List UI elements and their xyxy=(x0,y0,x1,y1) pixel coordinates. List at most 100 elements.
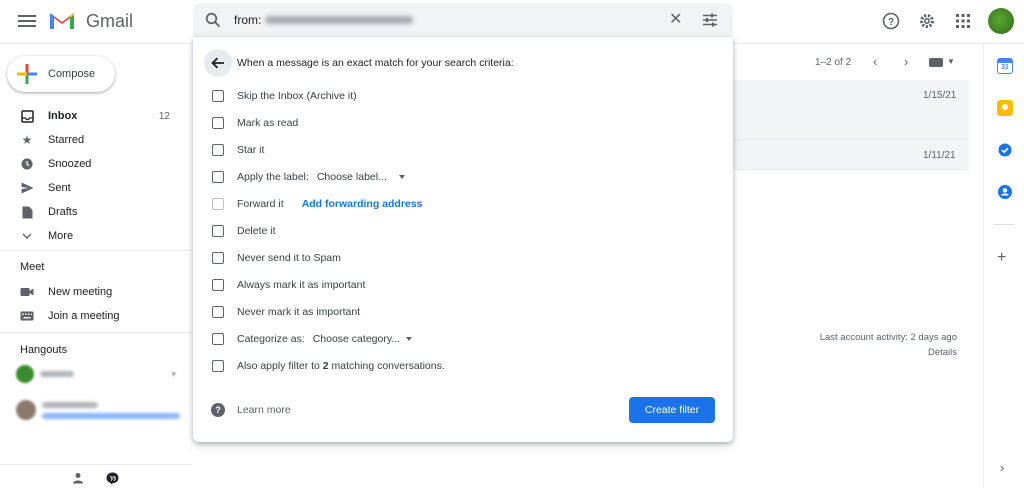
meet-list: New meeting Join a meeting xyxy=(0,280,186,328)
email-row[interactable]: 1/15/21 xyxy=(733,80,969,140)
mark-read-checkbox[interactable] xyxy=(212,117,224,129)
meet-section-title: Meet xyxy=(20,261,45,273)
sidebar-item-more[interactable]: More xyxy=(0,224,186,248)
chat-bubble-icon[interactable] xyxy=(104,470,120,486)
star-icon: ★ xyxy=(21,133,33,147)
sidebar-item-label: Inbox xyxy=(48,110,78,122)
caret-down-icon xyxy=(406,337,413,341)
addon-rail: 31 + › xyxy=(983,44,1024,488)
divider xyxy=(0,250,192,251)
option-label: Mark as read xyxy=(237,117,299,129)
back-button[interactable] xyxy=(204,49,232,77)
chevron-right-icon[interactable]: › xyxy=(1000,460,1004,475)
help-icon[interactable]: ? xyxy=(211,403,225,417)
contact-avatar xyxy=(16,365,34,383)
email-row[interactable]: 1/11/21 xyxy=(733,140,969,170)
chevron-down-icon[interactable]: ▼ xyxy=(947,57,955,66)
option-forward: Forward it Add forwarding address xyxy=(212,195,422,213)
sidebar-item-label: Starred xyxy=(48,134,85,146)
option-categorize: Categorize as: Choose category... xyxy=(212,330,413,348)
option-label: Delete it xyxy=(237,225,276,237)
svg-text:?: ? xyxy=(888,17,894,28)
new-meeting-label: New meeting xyxy=(48,286,113,298)
option-label: Star it xyxy=(237,144,265,156)
option-label: Categorize as: xyxy=(237,333,305,345)
gear-icon[interactable] xyxy=(916,10,938,32)
sidebar-item-inbox[interactable]: Inbox 12 xyxy=(0,104,186,128)
details-link[interactable]: Details xyxy=(820,345,957,360)
sidebar-item-label: Sent xyxy=(48,182,71,194)
search-bar[interactable]: from: ✕ xyxy=(193,3,733,37)
create-filter-button[interactable]: Create filter xyxy=(629,397,715,423)
apply-existing-checkbox[interactable] xyxy=(212,360,224,372)
option-label: Always mark it as important xyxy=(237,279,366,291)
chevron-right-icon[interactable]: › xyxy=(904,54,908,69)
hangouts-section-title: Hangouts xyxy=(20,344,68,356)
main-menu-icon[interactable] xyxy=(18,12,36,30)
create-filter-panel: When a message is an exact match for you… xyxy=(193,37,733,442)
account-toolbar: ? xyxy=(880,8,1014,34)
search-icon[interactable] xyxy=(205,12,221,28)
label-select-value: Choose label... xyxy=(316,171,387,183)
divider xyxy=(0,332,192,333)
help-icon[interactable]: ? xyxy=(880,10,902,32)
new-meeting-item[interactable]: New meeting xyxy=(0,280,186,304)
hangouts-contact-self[interactable]: ▾ xyxy=(16,363,176,385)
contact-avatar xyxy=(16,400,36,420)
input-tools-icon[interactable] xyxy=(929,58,943,67)
label-select[interactable]: Choose label... xyxy=(317,171,405,183)
always-important-checkbox[interactable] xyxy=(212,279,224,291)
redacted-name xyxy=(40,371,74,377)
chevron-down-icon: ▾ xyxy=(171,368,176,379)
redacted-contact-text xyxy=(42,401,180,419)
apply-label-checkbox[interactable] xyxy=(212,171,224,183)
person-icon[interactable] xyxy=(70,470,86,486)
chevron-left-icon[interactable]: ‹ xyxy=(873,54,877,69)
add-addon-icon[interactable]: + xyxy=(997,249,1006,267)
star-it-checkbox[interactable] xyxy=(212,144,224,156)
join-meeting-item[interactable]: Join a meeting xyxy=(0,304,186,328)
close-icon[interactable]: ✕ xyxy=(669,9,682,29)
email-date: 1/11/21 xyxy=(923,150,956,161)
contacts-icon[interactable] xyxy=(997,184,1013,200)
categorize-checkbox[interactable] xyxy=(212,333,224,345)
search-input[interactable]: from: xyxy=(234,13,261,27)
compose-button[interactable]: Compose xyxy=(7,56,115,92)
sidebar-item-starred[interactable]: ★ Starred xyxy=(0,128,186,152)
chevron-down-icon xyxy=(20,229,34,243)
redacted-email xyxy=(265,16,413,24)
option-label: Never send it to Spam xyxy=(237,252,341,264)
option-never-spam: Never send it to Spam xyxy=(212,249,341,267)
sidebar-item-drafts[interactable]: Drafts xyxy=(0,200,186,224)
apps-grid-icon[interactable] xyxy=(952,10,974,32)
category-select[interactable]: Choose category... xyxy=(313,333,413,345)
keep-icon[interactable] xyxy=(997,100,1013,116)
learn-more-link[interactable]: Learn more xyxy=(237,404,291,416)
add-forwarding-address-link[interactable]: Add forwarding address xyxy=(302,198,423,210)
filter-criteria-header: When a message is an exact match for you… xyxy=(237,57,514,69)
option-label: Never mark it as important xyxy=(237,306,361,318)
option-label: Apply the label: xyxy=(237,171,309,183)
clock-icon xyxy=(20,157,34,171)
never-important-checkbox[interactable] xyxy=(212,306,224,318)
delete-checkbox[interactable] xyxy=(212,225,224,237)
option-apply-existing: Also apply filter to 2 matching conversa… xyxy=(212,357,445,375)
skip-inbox-checkbox[interactable] xyxy=(212,90,224,102)
calendar-icon[interactable]: 31 xyxy=(997,58,1013,74)
sidebar-item-sent[interactable]: Sent xyxy=(0,176,186,200)
gmail-logo-icon[interactable] xyxy=(48,8,76,32)
sidebar-item-label: Snoozed xyxy=(48,158,92,170)
sidebar-item-snoozed[interactable]: Snoozed xyxy=(0,152,186,176)
draft-icon xyxy=(20,205,34,219)
search-options-icon[interactable] xyxy=(702,12,718,28)
sidebar-item-label: Drafts xyxy=(48,206,78,218)
account-avatar[interactable] xyxy=(988,8,1014,34)
forward-checkbox[interactable] xyxy=(212,198,224,210)
hangouts-contact[interactable] xyxy=(16,399,186,421)
pagination-range: 1–2 of 2 xyxy=(815,57,852,68)
divider xyxy=(994,224,1014,225)
sidebar: Compose Inbox 12 ★ Starred Snoozed Sent xyxy=(0,44,192,488)
never-spam-checkbox[interactable] xyxy=(212,252,224,264)
app-name: Gmail xyxy=(86,11,134,31)
tasks-icon[interactable] xyxy=(997,142,1013,158)
